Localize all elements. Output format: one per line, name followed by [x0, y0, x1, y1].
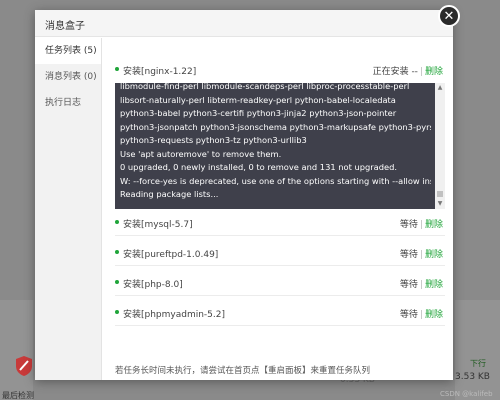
scroll-down-arrow-icon[interactable]: ▼: [435, 199, 445, 209]
close-modal-button[interactable]: ✕: [438, 5, 460, 27]
status-dot: [115, 310, 119, 314]
task-status-text: 等待: [399, 280, 418, 290]
delete-task-button[interactable]: 删除: [425, 280, 443, 290]
delete-task-button[interactable]: 删除: [425, 220, 443, 230]
log-line: python3-requests python3-tz python3-urll…: [120, 135, 307, 145]
shield-icon: [16, 356, 32, 376]
task-name: 安装[pureftpd-1.0.49]: [123, 250, 219, 260]
background-right-label: 下行: [470, 359, 486, 368]
sidebar-item-exec-log[interactable]: 执行日志: [35, 90, 101, 116]
scroll-thumb[interactable]: [437, 191, 443, 197]
task-status-text: 正在安装 --: [372, 67, 418, 77]
status-dot: [115, 220, 119, 224]
task-row: 安装[pureftpd-1.0.49] 等待 | 删除: [115, 240, 445, 266]
task-status: 等待 | 删除: [400, 217, 443, 230]
task-status: 正在安装 -- | 删除: [373, 64, 443, 77]
log-line: 0 upgraded, 0 newly installed, 0 to remo…: [120, 162, 398, 172]
task-status-text: 等待: [399, 310, 418, 320]
task-name: 安装[mysql-5.7]: [123, 220, 193, 230]
modal-title: 消息盒子: [45, 21, 85, 32]
log-line: Reading package lists...: [120, 189, 219, 199]
task-status-text: 等待: [399, 250, 418, 260]
log-lines: libmodule-find-perl libmodule-scandeps-p…: [120, 83, 431, 202]
sidebar-item-message-list[interactable]: 消息列表 (0): [35, 64, 101, 90]
sidebar-item-task-list[interactable]: 任务列表 (5): [35, 38, 101, 64]
task-row: 安装[php-8.0] 等待 | 删除: [115, 270, 445, 296]
delete-task-button[interactable]: 删除: [425, 250, 443, 260]
modal-header: 消息盒子: [35, 10, 453, 37]
task-name: 安装[nginx-1.22]: [123, 67, 197, 77]
task-status: 等待 | 删除: [400, 247, 443, 260]
task-name: 安装[php-8.0]: [123, 280, 183, 290]
log-line: libsort-naturally-perl libterm-readkey-p…: [120, 94, 396, 105]
install-log-terminal[interactable]: libmodule-find-perl libmodule-scandeps-p…: [115, 83, 445, 209]
background-card-right: [455, 300, 500, 400]
modal-sidebar: 任务列表 (5) 消息列表 (0) 执行日志: [35, 38, 102, 380]
task-queue-hint: 若任务长时间未执行，请尝试在首页点【重启面板】来重置任务队列: [115, 366, 371, 376]
delete-task-button[interactable]: 删除: [425, 67, 443, 77]
log-line: python3-babel python3-certifi python3-ji…: [120, 108, 397, 118]
close-icon: ✕: [443, 8, 455, 24]
watermark: CSDN @kalifeb: [440, 390, 493, 398]
scroll-up-arrow-icon[interactable]: ▲: [435, 83, 445, 93]
status-separator: |: [419, 220, 423, 230]
status-dot: [115, 250, 119, 254]
background-card-left: [0, 300, 33, 400]
task-row: 安装[mysql-5.7] 等待 | 删除: [115, 210, 445, 236]
delete-task-button[interactable]: 删除: [425, 310, 443, 320]
status-dot: [115, 280, 119, 284]
status-separator: |: [419, 310, 423, 320]
log-line: libmodule-find-perl libmodule-scandeps-p…: [120, 83, 410, 91]
log-line: Use 'apt autoremove' to remove them.: [120, 148, 282, 159]
task-list-panel: 安装[nginx-1.22] 正在安装 -- | 删除 libmodule-find…: [103, 38, 453, 380]
task-row: 安装[nginx-1.22] 正在安装 -- | 删除: [115, 57, 445, 83]
message-box-modal: 消息盒子 任务列表 (5) 消息列表 (0) 执行日志 安装[nginx-1.2…: [35, 5, 460, 380]
task-status-text: 等待: [399, 220, 418, 230]
status-dot: [115, 67, 119, 71]
task-status: 等待 | 删除: [400, 277, 443, 290]
log-scrollbar[interactable]: ▲ ▼: [435, 83, 445, 209]
background-right-value: 3.53 KB: [455, 372, 490, 382]
task-name: 安装[phpmyadmin-5.2]: [123, 310, 226, 320]
background-left-label: 最后检测: [2, 391, 34, 400]
status-separator: |: [419, 67, 423, 77]
task-row: 安装[phpmyadmin-5.2] 等待 | 删除: [115, 300, 445, 326]
status-separator: |: [419, 280, 423, 290]
log-line: python3-jsonpatch python3-jsonschema pyt…: [120, 121, 431, 132]
task-status: 等待 | 删除: [400, 307, 443, 320]
log-line: W: --force-yes is deprecated, use one of…: [120, 175, 431, 186]
status-separator: |: [419, 250, 423, 260]
